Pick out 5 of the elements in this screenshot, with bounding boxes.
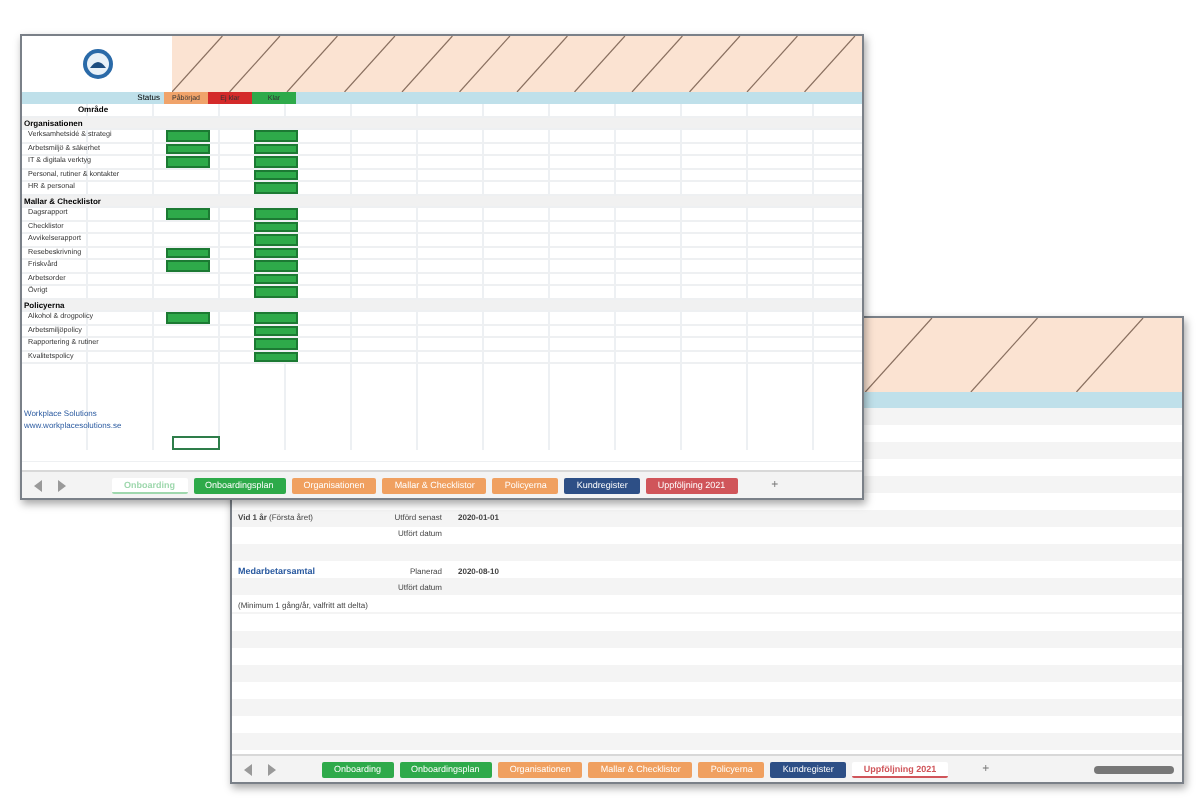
horizontal-scrollbar[interactable] [1094,765,1174,773]
sheet-nav-arrows-icon[interactable] [34,479,66,491]
logo-icon [81,48,113,80]
sheet-nav-arrows-icon[interactable] [244,763,276,775]
selected-cell[interactable] [172,436,220,450]
